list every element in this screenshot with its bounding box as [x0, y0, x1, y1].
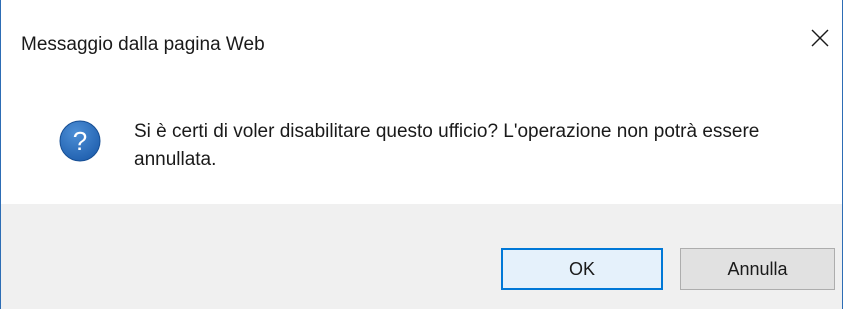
question-icon: ?: [59, 120, 101, 162]
dialog-title: Messaggio dalla pagina Web: [21, 34, 265, 55]
dialog-message: Si è certi di voler disabilitare questo …: [134, 121, 760, 170]
close-button[interactable]: [798, 14, 842, 62]
dialog-titlebar: Messaggio dalla pagina Web: [1, 0, 842, 86]
close-icon: [811, 29, 829, 47]
dialog-footer: OK Annulla: [1, 204, 842, 309]
cancel-button[interactable]: Annulla: [680, 248, 835, 290]
svg-text:?: ?: [73, 126, 87, 156]
dialog-content: ? Si è certi di voler disabilitare quest…: [1, 86, 842, 204]
message-dialog: Messaggio dalla pagina Web ? Si è certi …: [0, 0, 843, 309]
ok-button[interactable]: OK: [501, 248, 663, 290]
